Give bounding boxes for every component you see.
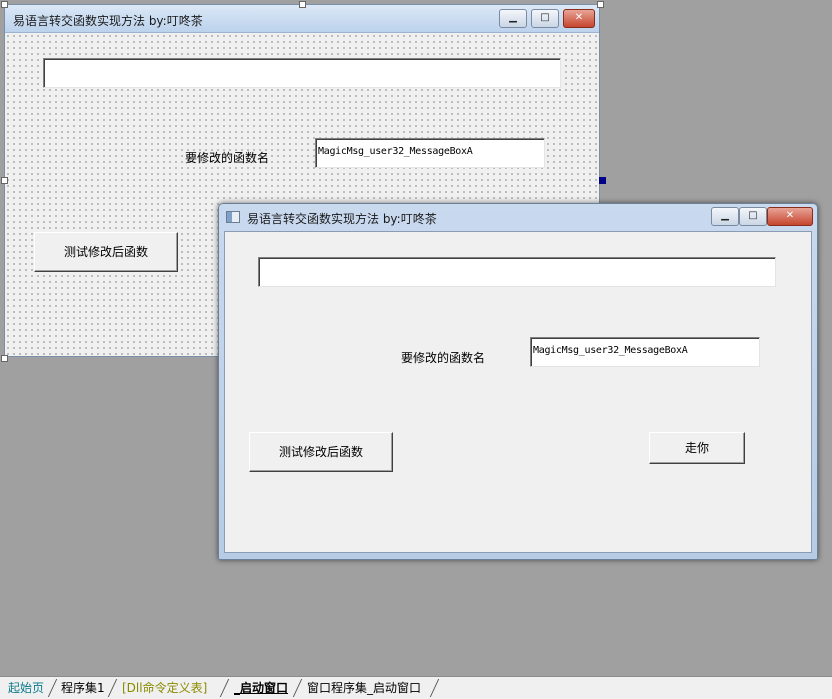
bottom-tab-bar: 起始页 程序集1 [Dll命令定义表] _启动窗口 窗口程序集_启动窗口 [0,676,832,699]
designer-func-name-input[interactable]: MagicMsg_user32_MessageBoxA [315,138,545,168]
app-window-icon [226,211,240,223]
running-form-window[interactable]: 易语言转交函数实现方法 by:叮咚茶 ▁ □ ✕ 要修改的函数名 MagicMs… [218,203,818,560]
top-input[interactable] [258,257,776,287]
close-icon[interactable]: ✕ [767,207,813,226]
go-button[interactable]: 走你 [649,432,745,464]
test-modified-function-button[interactable]: 测试修改后函数 [249,432,393,472]
tab-divider [292,679,303,697]
selection-handle[interactable] [597,1,604,8]
tab-startup-window[interactable]: _启动窗口 [234,680,288,697]
selection-handle[interactable] [1,1,8,8]
close-icon[interactable]: ✕ [563,9,595,28]
designer-title-bar[interactable]: 易语言转交函数实现方法 by:叮咚茶 ▁ □ ✕ [5,5,599,33]
selection-handle[interactable] [1,355,8,362]
tab-divider [219,679,230,697]
tab-divider [47,679,58,697]
tab-dll-command-table[interactable]: [Dll命令定义表] [122,680,207,697]
tab-divider [107,679,118,697]
func-name-input[interactable]: MagicMsg_user32_MessageBoxA [530,337,760,367]
resize-handle[interactable] [599,177,606,184]
minimize-icon[interactable]: ▁ [711,207,739,226]
maximize-icon[interactable]: □ [739,207,767,226]
maximize-icon[interactable]: □ [531,9,559,28]
selection-handle[interactable] [299,1,306,8]
designer-test-button[interactable]: 测试修改后函数 [34,232,178,272]
designer-window-title: 易语言转交函数实现方法 by:叮咚茶 [13,14,203,28]
designer-func-name-label: 要修改的函数名 [185,151,270,165]
designer-top-input[interactable] [43,58,561,88]
tab-divider [429,679,440,697]
tab-program-set-1[interactable]: 程序集1 [61,680,105,697]
tab-start-page[interactable]: 起始页 [8,680,44,697]
tab-window-program-set[interactable]: 窗口程序集_启动窗口 [307,680,421,697]
running-client-area: 要修改的函数名 MagicMsg_user32_MessageBoxA 测试修改… [224,231,812,553]
running-window-title: 易语言转交函数实现方法 by:叮咚茶 [247,212,437,226]
func-name-label: 要修改的函数名 [401,351,486,365]
selection-handle[interactable] [1,177,8,184]
minimize-icon[interactable]: ▁ [499,9,527,28]
